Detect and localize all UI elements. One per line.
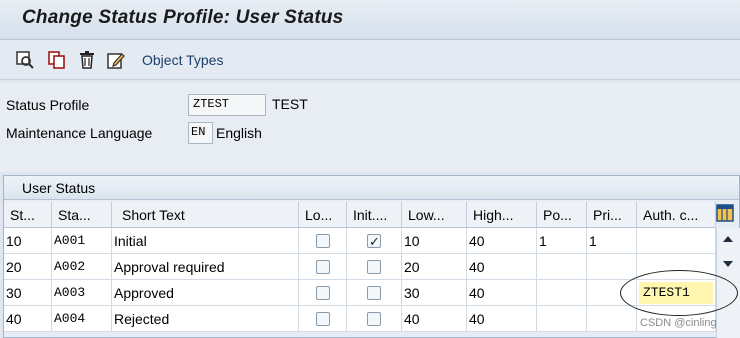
column-header-high[interactable]: High... xyxy=(467,202,537,228)
cell-position[interactable]: 1 xyxy=(537,228,587,254)
column-settings-icon[interactable] xyxy=(716,204,734,222)
table-title-bar: User Status xyxy=(4,176,739,200)
cell-init xyxy=(347,306,402,332)
title-bar: Change Status Profile: User Status xyxy=(0,0,740,40)
object-types-button[interactable]: Object Types xyxy=(142,52,223,68)
init-checkbox[interactable] xyxy=(367,230,381,253)
cell-low[interactable]: 20 xyxy=(402,254,467,280)
cell-status[interactable]: A003 xyxy=(52,280,112,306)
cell-priority[interactable] xyxy=(587,254,637,280)
column-header-auth-code[interactable]: Auth. c... xyxy=(637,202,716,228)
column-header-position[interactable]: Po... xyxy=(537,202,587,228)
cell-lo xyxy=(299,254,347,280)
init-checkbox[interactable] xyxy=(367,312,381,326)
table-vertical-scrollbar[interactable] xyxy=(716,228,740,338)
init-checkbox[interactable] xyxy=(367,286,381,300)
column-header-short-text[interactable]: Short Text xyxy=(112,202,299,228)
cell-init xyxy=(347,254,402,280)
table-row[interactable]: 40 A004 Rejected 40 40 xyxy=(4,306,716,332)
cell-priority[interactable] xyxy=(587,306,637,332)
cell-short-text[interactable]: Rejected xyxy=(112,306,299,332)
cell-status-number[interactable]: 30 xyxy=(4,280,52,306)
cell-lo xyxy=(299,306,347,332)
delete-icon[interactable] xyxy=(78,51,96,69)
cell-position[interactable] xyxy=(537,280,587,306)
cell-auth-code[interactable]: ZTEST1 xyxy=(637,280,716,306)
cell-status-number[interactable]: 20 xyxy=(4,254,52,280)
cell-status[interactable]: A002 xyxy=(52,254,112,280)
status-profile-description: TEST xyxy=(272,96,308,112)
cell-short-text[interactable]: Approval required xyxy=(112,254,299,280)
cell-status-number[interactable]: 10 xyxy=(4,228,52,254)
maintenance-language-label: Maintenance Language xyxy=(6,125,153,141)
column-header-status-number[interactable]: St... xyxy=(4,202,52,228)
cell-init xyxy=(347,228,402,254)
cell-low[interactable]: 10 xyxy=(402,228,467,254)
cell-lo xyxy=(299,228,347,254)
cell-high[interactable]: 40 xyxy=(467,254,537,280)
cell-short-text[interactable]: Approved xyxy=(112,280,299,306)
cell-position[interactable] xyxy=(537,306,587,332)
table-row[interactable]: 20 A002 Approval required 20 40 xyxy=(4,254,716,280)
auth-code-value[interactable]: ZTEST1 xyxy=(639,282,713,304)
table-row[interactable]: 30 A003 Approved 30 40 ZTEST1 xyxy=(4,280,716,306)
cell-high[interactable]: 40 xyxy=(467,306,537,332)
status-profile-form: Status Profile ZTEST TEST Maintenance La… xyxy=(0,82,740,172)
column-header-init[interactable]: Init.... xyxy=(347,202,402,228)
watermark: CSDN @cinling xyxy=(640,317,717,329)
cell-high[interactable]: 40 xyxy=(467,228,537,254)
cell-priority[interactable] xyxy=(587,280,637,306)
window-title: Change Status Profile: User Status xyxy=(22,7,344,28)
cell-lo xyxy=(299,280,347,306)
cell-priority[interactable]: 1 xyxy=(587,228,637,254)
lo-checkbox[interactable] xyxy=(315,286,330,300)
status-profile-field[interactable]: ZTEST xyxy=(188,94,266,116)
status-profile-label: Status Profile xyxy=(6,97,90,113)
lo-checkbox[interactable] xyxy=(315,312,330,326)
table-row[interactable]: 10 A001 Initial 10 40 1 1 xyxy=(4,228,716,254)
cell-status[interactable]: A004 xyxy=(52,306,112,332)
column-header-lo[interactable]: Lo... xyxy=(299,202,347,228)
edit-icon[interactable] xyxy=(107,51,125,69)
lo-checkbox[interactable] xyxy=(315,260,330,274)
cell-low[interactable]: 30 xyxy=(402,280,467,306)
init-checkbox[interactable] xyxy=(367,260,381,274)
column-header-priority[interactable]: Pri... xyxy=(587,202,637,228)
lo-checkbox[interactable] xyxy=(315,234,330,248)
cell-status[interactable]: A001 xyxy=(52,228,112,254)
maintenance-language-field[interactable]: EN xyxy=(188,122,213,144)
cell-auth-code[interactable] xyxy=(637,228,716,254)
cell-low[interactable]: 40 xyxy=(402,306,467,332)
cell-high[interactable]: 40 xyxy=(467,280,537,306)
table-title: User Status xyxy=(22,180,96,196)
scroll-up-icon[interactable] xyxy=(723,236,733,242)
cell-short-text[interactable]: Initial xyxy=(112,228,299,254)
maintenance-language-description: English xyxy=(216,125,262,141)
cell-auth-code[interactable] xyxy=(637,254,716,280)
scroll-down-icon[interactable] xyxy=(723,261,733,267)
application-toolbar: Object Types xyxy=(0,40,740,80)
column-header-low[interactable]: Low... xyxy=(402,202,467,228)
cell-position[interactable] xyxy=(537,254,587,280)
display-change-icon[interactable] xyxy=(16,51,34,69)
cell-status-number[interactable]: 40 xyxy=(4,306,52,332)
column-header-status[interactable]: Sta... xyxy=(52,202,112,228)
user-status-table-panel: User Status St... Sta... Short Text Lo..… xyxy=(3,175,740,338)
cell-init xyxy=(347,280,402,306)
copy-icon[interactable] xyxy=(48,51,66,69)
